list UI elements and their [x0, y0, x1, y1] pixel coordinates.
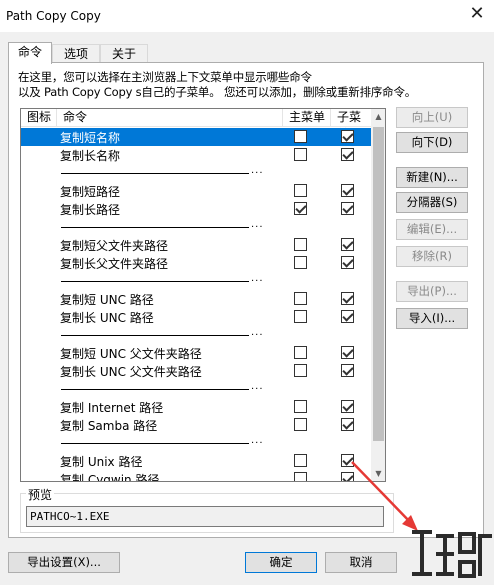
tab-commands[interactable]: 命令: [8, 42, 52, 64]
watermark-logo-icon: [412, 530, 492, 578]
annotation-arrow-icon: [351, 461, 418, 531]
